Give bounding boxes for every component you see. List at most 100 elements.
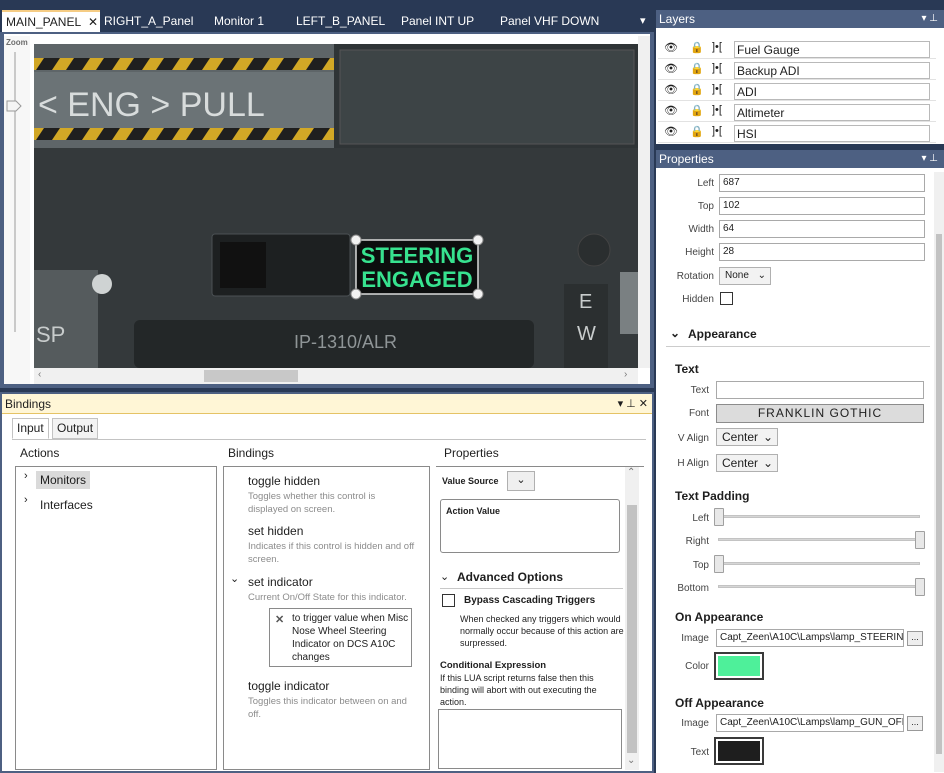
binding-toggle-hidden[interactable]: toggle hidden: [248, 474, 320, 488]
layer-name[interactable]: ADI: [734, 83, 930, 100]
eye-icon[interactable]: 👁: [664, 83, 678, 96]
layer-item[interactable]: 👁 🔒 ]•[ Backup ADI: [658, 59, 936, 80]
action-value-box[interactable]: Action Value: [440, 499, 620, 553]
padding-bottom-slider[interactable]: [718, 585, 920, 588]
layer-name[interactable]: HSI: [734, 125, 930, 142]
padding-right-slider[interactable]: [718, 538, 920, 541]
lock-icon[interactable]: 🔒: [690, 83, 704, 96]
off-image-browse-button[interactable]: ...: [907, 716, 923, 731]
binding-properties-scrollbar[interactable]: ⌃ ⌄: [625, 467, 639, 770]
zoom-slider-thumb[interactable]: [6, 100, 22, 112]
lock-icon[interactable]: 🔒: [690, 125, 704, 138]
lock-icon[interactable]: 🔒: [690, 62, 704, 75]
padding-left-thumb[interactable]: [714, 508, 724, 526]
conditional-description: If this LUA script returns false then th…: [440, 673, 597, 707]
tab-right-a-panel[interactable]: RIGHT_A_Panel: [104, 10, 193, 32]
snap-icon[interactable]: ]•[: [712, 104, 722, 116]
padding-left-slider[interactable]: [718, 515, 920, 518]
chevron-right-icon[interactable]: ›: [24, 470, 28, 482]
left-field[interactable]: 687: [719, 174, 925, 192]
vertical-scrollbar[interactable]: [638, 36, 650, 368]
chevron-down-icon[interactable]: ⌄: [230, 572, 239, 585]
off-image-field[interactable]: Capt_Zeen\A10C\Lamps\lamp_GUN_OFF.p: [716, 714, 904, 732]
chevron-down-icon: ⌄: [762, 456, 773, 470]
scroll-up-icon[interactable]: ⌃: [627, 467, 635, 478]
on-color-swatch[interactable]: [714, 652, 764, 680]
pane-pin-icon[interactable]: ▾ ⊥: [921, 150, 938, 168]
lock-icon[interactable]: 🔒: [690, 41, 704, 54]
snap-icon[interactable]: ]•[: [712, 41, 722, 53]
properties-scrollbar[interactable]: [934, 172, 944, 772]
layer-item[interactable]: 👁 🔒 ]•[ Altimeter: [658, 101, 936, 122]
font-picker[interactable]: FRANKLIN GOTHIC: [716, 404, 924, 423]
horizontal-scroll-thumb[interactable]: [204, 370, 298, 382]
pane-controls-icon[interactable]: ▾ ⊥ ✕: [618, 394, 648, 414]
width-field[interactable]: 64: [719, 220, 925, 238]
tab-main-panel[interactable]: MAIN_PANEL ✕: [2, 10, 100, 32]
eye-icon[interactable]: 👁: [664, 104, 678, 117]
halign-select[interactable]: Center ⌄: [716, 454, 778, 472]
bypass-checkbox[interactable]: [442, 594, 455, 607]
eye-icon[interactable]: 👁: [664, 125, 678, 138]
zoom-track[interactable]: [14, 52, 16, 332]
delete-icon[interactable]: ✕: [275, 613, 284, 626]
rotation-select[interactable]: None ⌄: [719, 267, 771, 285]
tab-input[interactable]: Input: [12, 418, 49, 439]
tab-overflow-icon[interactable]: ▾: [640, 10, 646, 32]
chevron-down-icon[interactable]: ⌄: [440, 570, 449, 583]
layer-item[interactable]: 👁 🔒 ]•[ HSI: [658, 122, 936, 143]
off-color-fill: [718, 741, 760, 761]
properties-header: Properties ▾ ⊥: [656, 150, 944, 168]
layer-name[interactable]: Backup ADI: [734, 62, 930, 79]
tab-monitor-1[interactable]: Monitor 1: [214, 10, 264, 32]
padding-bottom-thumb[interactable]: [915, 578, 925, 596]
scroll-right-icon[interactable]: ›: [624, 369, 627, 380]
layer-item[interactable]: 👁 🔒 ]•[ ADI: [658, 80, 936, 101]
panel-canvas[interactable]: < ENG > PULL STEERING ENGAGED IP-1310/AL…: [34, 44, 638, 368]
tab-output[interactable]: Output: [52, 418, 99, 439]
layer-item[interactable]: 👁 🔒 ]•[ Fuel Gauge: [658, 38, 936, 59]
layer-name[interactable]: Fuel Gauge: [734, 41, 930, 58]
tab-left-b-panel[interactable]: LEFT_B_PANEL: [296, 10, 385, 32]
trigger-binding-item[interactable]: ✕ to trigger value when Misc Nose Wheel …: [269, 608, 412, 667]
height-field[interactable]: 28: [719, 243, 925, 261]
snap-icon[interactable]: ]•[: [712, 83, 722, 95]
properties-scroll-thumb[interactable]: [936, 234, 942, 754]
scroll-down-icon[interactable]: ⌄: [627, 755, 635, 766]
close-icon[interactable]: ✕: [88, 15, 98, 29]
tree-item-monitors[interactable]: Monitors: [36, 471, 90, 489]
padding-top-thumb[interactable]: [714, 555, 724, 573]
snap-icon[interactable]: ]•[: [712, 62, 722, 74]
text-field[interactable]: [716, 381, 924, 399]
binding-set-hidden[interactable]: set hidden: [248, 524, 303, 538]
on-image-field[interactable]: Capt_Zeen\A10C\Lamps\lamp_STEERING_: [716, 629, 904, 647]
eye-icon[interactable]: 👁: [664, 62, 678, 75]
chevron-right-icon[interactable]: ›: [24, 494, 28, 506]
horizontal-scrollbar[interactable]: ‹ ›: [34, 368, 638, 384]
tab-panel-vhf-down[interactable]: Panel VHF DOWN: [500, 10, 599, 32]
scroll-left-icon[interactable]: ‹: [38, 369, 41, 380]
binding-properties-scroll-thumb[interactable]: [627, 505, 637, 753]
on-image-browse-button[interactable]: ...: [907, 631, 923, 646]
top-field[interactable]: 102: [719, 197, 925, 215]
padding-right-thumb[interactable]: [915, 531, 925, 549]
lock-icon[interactable]: 🔒: [690, 104, 704, 117]
off-appearance-heading: Off Appearance: [675, 696, 764, 710]
chevron-down-icon[interactable]: ⌄: [670, 326, 680, 340]
binding-toggle-indicator[interactable]: toggle indicator: [248, 679, 329, 693]
pane-pin-icon[interactable]: ▾ ⊥: [921, 10, 938, 28]
hidden-checkbox[interactable]: [720, 292, 733, 305]
layer-name[interactable]: Altimeter: [734, 104, 930, 121]
tree-item-interfaces[interactable]: Interfaces: [40, 498, 93, 512]
snap-icon[interactable]: ]•[: [712, 125, 722, 137]
height-label: Height: [685, 247, 714, 258]
off-color-swatch[interactable]: [714, 737, 764, 765]
padding-top-slider[interactable]: [718, 562, 920, 565]
conditional-expression-editor[interactable]: [438, 709, 622, 769]
binding-set-indicator[interactable]: set indicator: [248, 575, 313, 589]
valign-select[interactable]: Center ⌄: [716, 428, 778, 446]
eye-icon[interactable]: 👁: [664, 41, 678, 54]
advanced-options-heading: Advanced Options: [457, 570, 564, 584]
value-source-dropdown[interactable]: ⌄: [507, 471, 535, 491]
tab-panel-int-up[interactable]: Panel INT UP: [401, 10, 474, 32]
